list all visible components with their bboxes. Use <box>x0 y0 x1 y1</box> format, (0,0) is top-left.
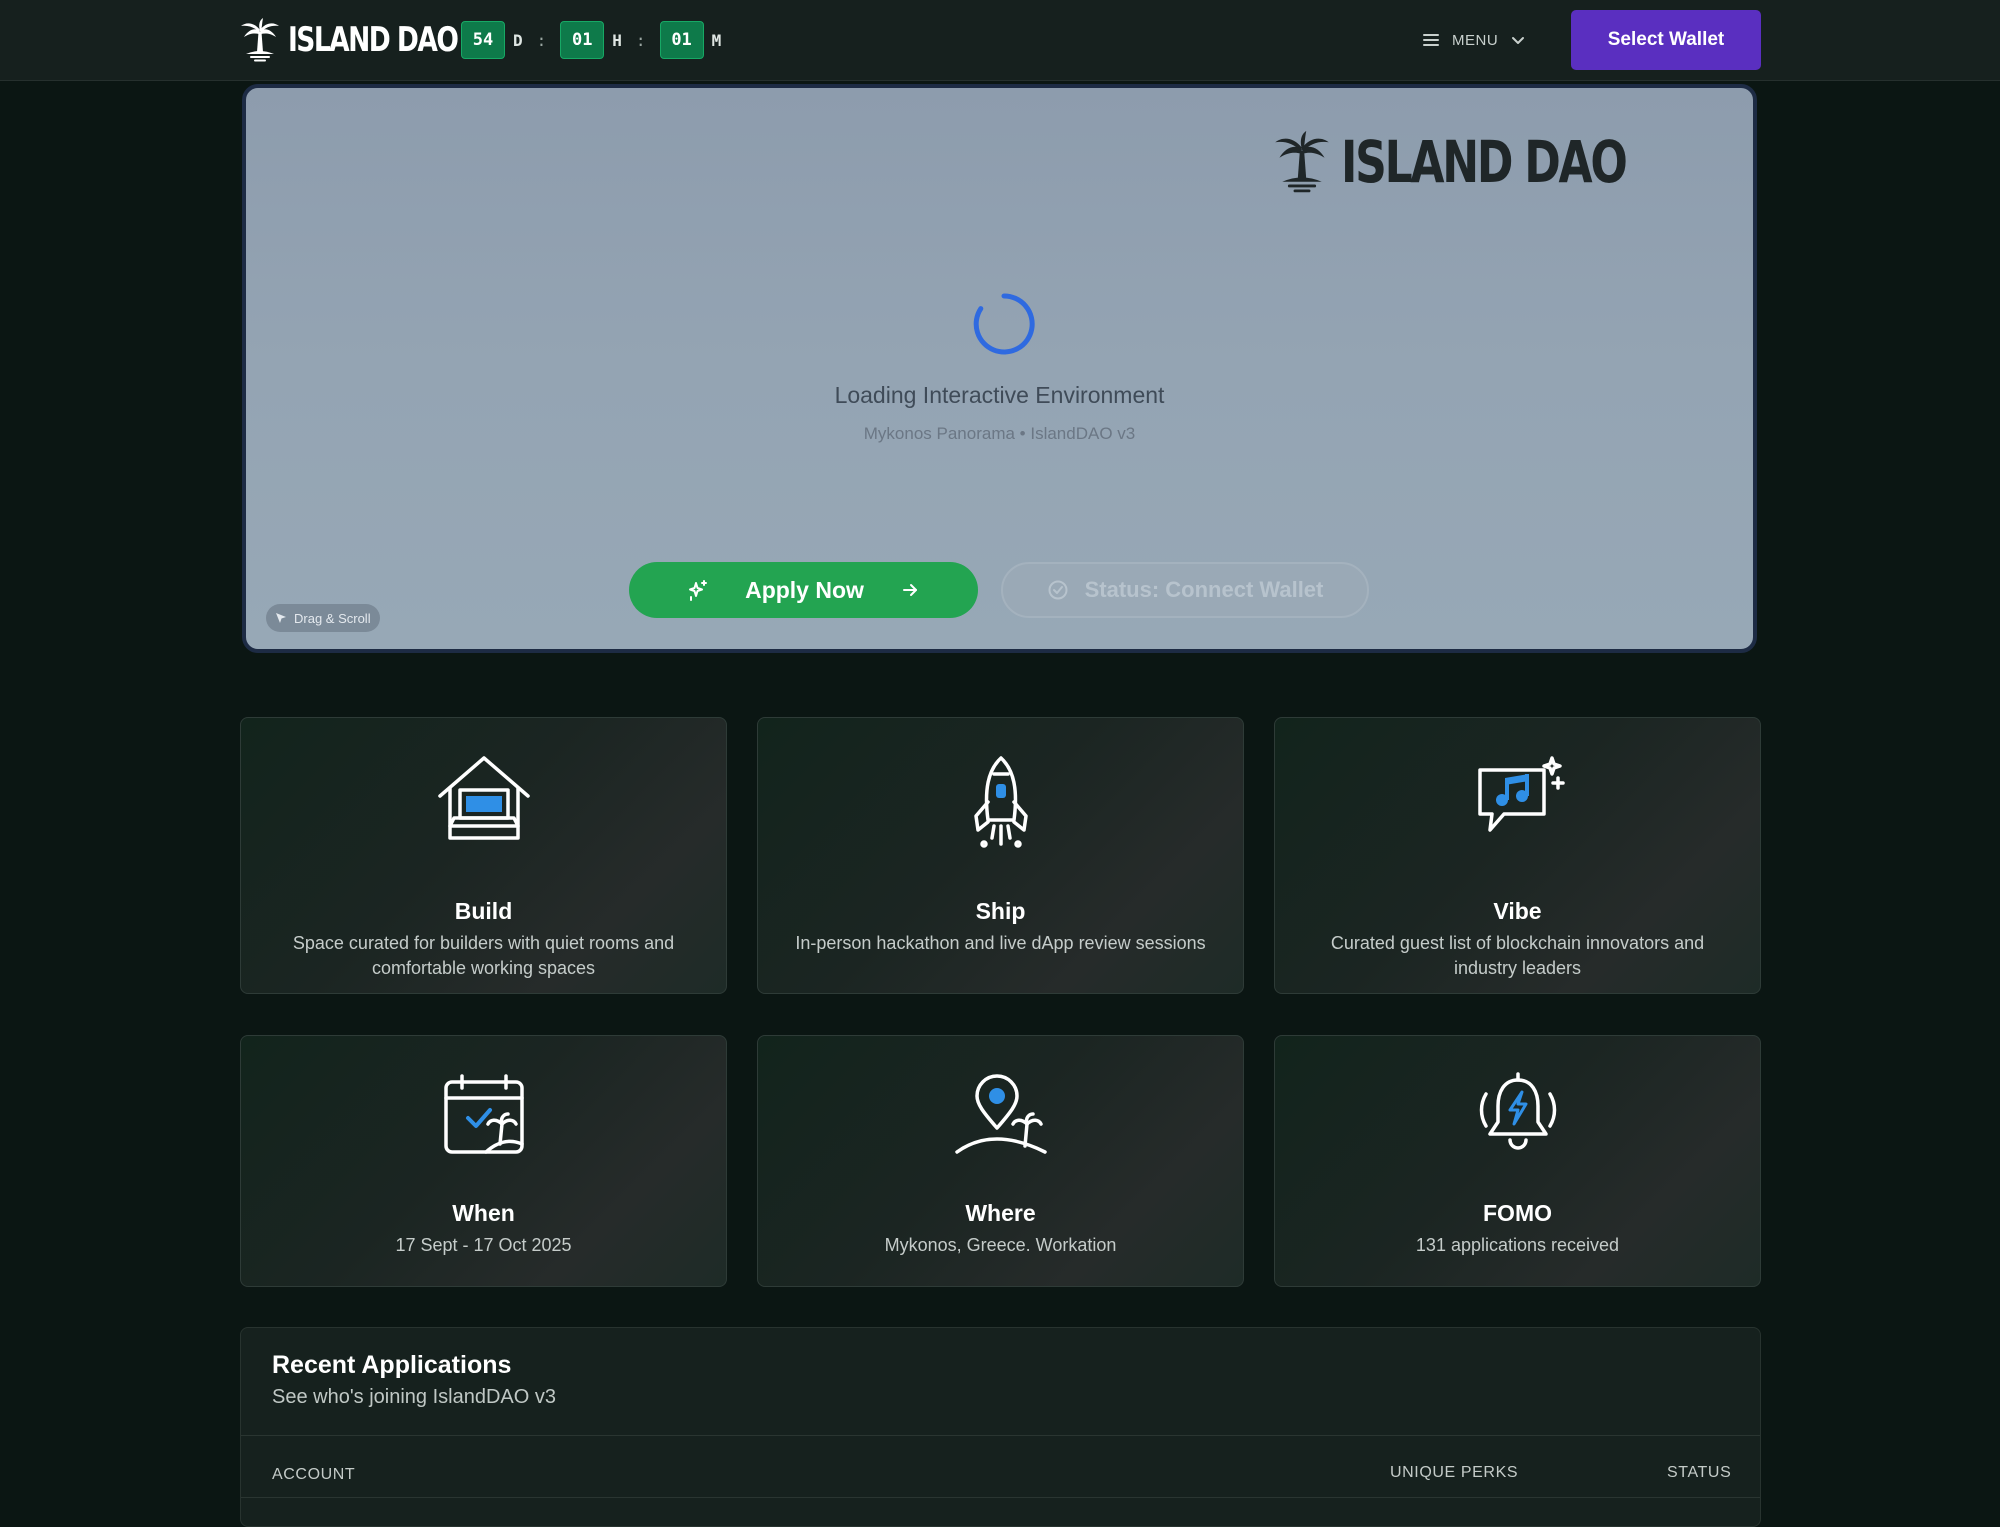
drag-scroll-label: Drag & Scroll <box>294 610 371 626</box>
feature-description: In-person hackathon and live dApp review… <box>795 933 1206 953</box>
countdown-timer: 54 D : 01 H : 01 M <box>461 21 721 59</box>
chevron-down-icon <box>1512 37 1525 44</box>
loading-title: Loading Interactive Environment <box>834 382 1165 408</box>
column-header-status[interactable]: STATUS <box>1667 1464 1731 1482</box>
palm-tree-icon <box>241 18 279 62</box>
feature-card-vibe: Vibe Curated guest list of blockchain in… <box>1274 717 1761 994</box>
loading-subtitle: Mykonos Panorama • IslandDAO v3 <box>863 424 1136 443</box>
countdown-minutes-unit: M <box>711 30 722 50</box>
check-circle-icon <box>1048 580 1068 600</box>
feature-title: When <box>452 1200 515 1226</box>
countdown-hours: 01 <box>560 21 605 59</box>
feature-card-build: Build Space curated for builders with qu… <box>240 717 727 994</box>
feature-description: 17 Sept - 17 Oct 2025 <box>395 1235 572 1255</box>
palm-tree-icon <box>1274 131 1329 193</box>
countdown-days-unit: D <box>513 30 523 50</box>
interactive-environment-panel[interactable]: ISLAND DAO Loading Interactive Environme… <box>242 84 1757 653</box>
rocket-icon <box>973 756 1028 848</box>
drag-scroll-hint: Drag & Scroll <box>266 604 380 632</box>
feature-title: Build <box>454 898 513 924</box>
divider <box>241 1497 1760 1498</box>
countdown-days: 54 <box>461 21 505 59</box>
house-laptop-icon <box>437 756 530 840</box>
countdown-separator: : <box>635 30 646 50</box>
feature-card-when: When 17 Sept - 17 Oct 2025 <box>240 1035 727 1287</box>
divider <box>241 1435 1760 1436</box>
status-label: Status: Connect Wallet <box>1084 577 1324 602</box>
top-header: ISLAND DAO 54 D : 01 H : 01 M MENU Selec… <box>0 0 2000 81</box>
calendar-palm-icon <box>443 1074 524 1154</box>
feature-title: FOMO <box>1483 1200 1552 1226</box>
feature-description: Curated guest list of blockchain innovat… <box>1330 933 1705 978</box>
location-palm-icon <box>954 1074 1047 1154</box>
hamburger-icon <box>1423 34 1439 46</box>
recent-applications-subtitle: See who's joining IslandDAO v3 <box>272 1386 556 1408</box>
apply-now-label: Apply Now <box>745 576 864 603</box>
hero-brand-name: ISLAND DAO <box>1340 128 1628 196</box>
music-chat-icon <box>1477 756 1565 832</box>
countdown-minutes: 01 <box>659 21 704 59</box>
feature-title: Ship <box>975 898 1026 924</box>
status-connect-wallet-button[interactable]: Status: Connect Wallet <box>1001 562 1369 618</box>
feature-title: Vibe <box>1493 898 1542 924</box>
apply-now-button[interactable]: Apply Now <box>629 562 978 618</box>
feature-description: Mykonos, Greece. Workation <box>884 1235 1117 1255</box>
feature-description: Space curated for builders with quiet ro… <box>292 933 675 978</box>
feature-card-where: Where Mykonos, Greece. Workation <box>757 1035 1244 1287</box>
recent-applications-panel: Recent Applications See who's joining Is… <box>240 1327 1761 1527</box>
select-wallet-button[interactable]: Select Wallet <box>1571 10 1761 70</box>
menu-toggle[interactable]: MENU <box>1422 28 1526 52</box>
brand-name: ISLAND DAO <box>288 20 459 60</box>
hero-brand-logo: ISLAND DAO <box>1271 128 1715 196</box>
feature-description: 131 applications received <box>1415 1235 1620 1255</box>
column-header-account[interactable]: ACCOUNT <box>272 1466 355 1484</box>
arrow-right-icon <box>902 584 917 596</box>
countdown-hours-unit: H <box>612 30 622 50</box>
countdown-separator: : <box>536 30 547 50</box>
loading-spinner-icon <box>972 292 1036 361</box>
feature-title: Where <box>965 1200 1036 1226</box>
sparkle-icon <box>689 580 708 601</box>
menu-label: MENU <box>1452 31 1499 49</box>
recent-applications-title: Recent Applications <box>272 1351 512 1379</box>
feature-card-ship: Ship In-person hackathon and live dApp r… <box>757 717 1244 994</box>
column-header-unique-perks[interactable]: UNIQUE PERKS <box>1390 1464 1518 1482</box>
feature-card-fomo: FOMO 131 applications received <box>1274 1035 1761 1287</box>
cursor-icon <box>276 613 286 623</box>
bell-bolt-icon <box>1479 1072 1556 1150</box>
